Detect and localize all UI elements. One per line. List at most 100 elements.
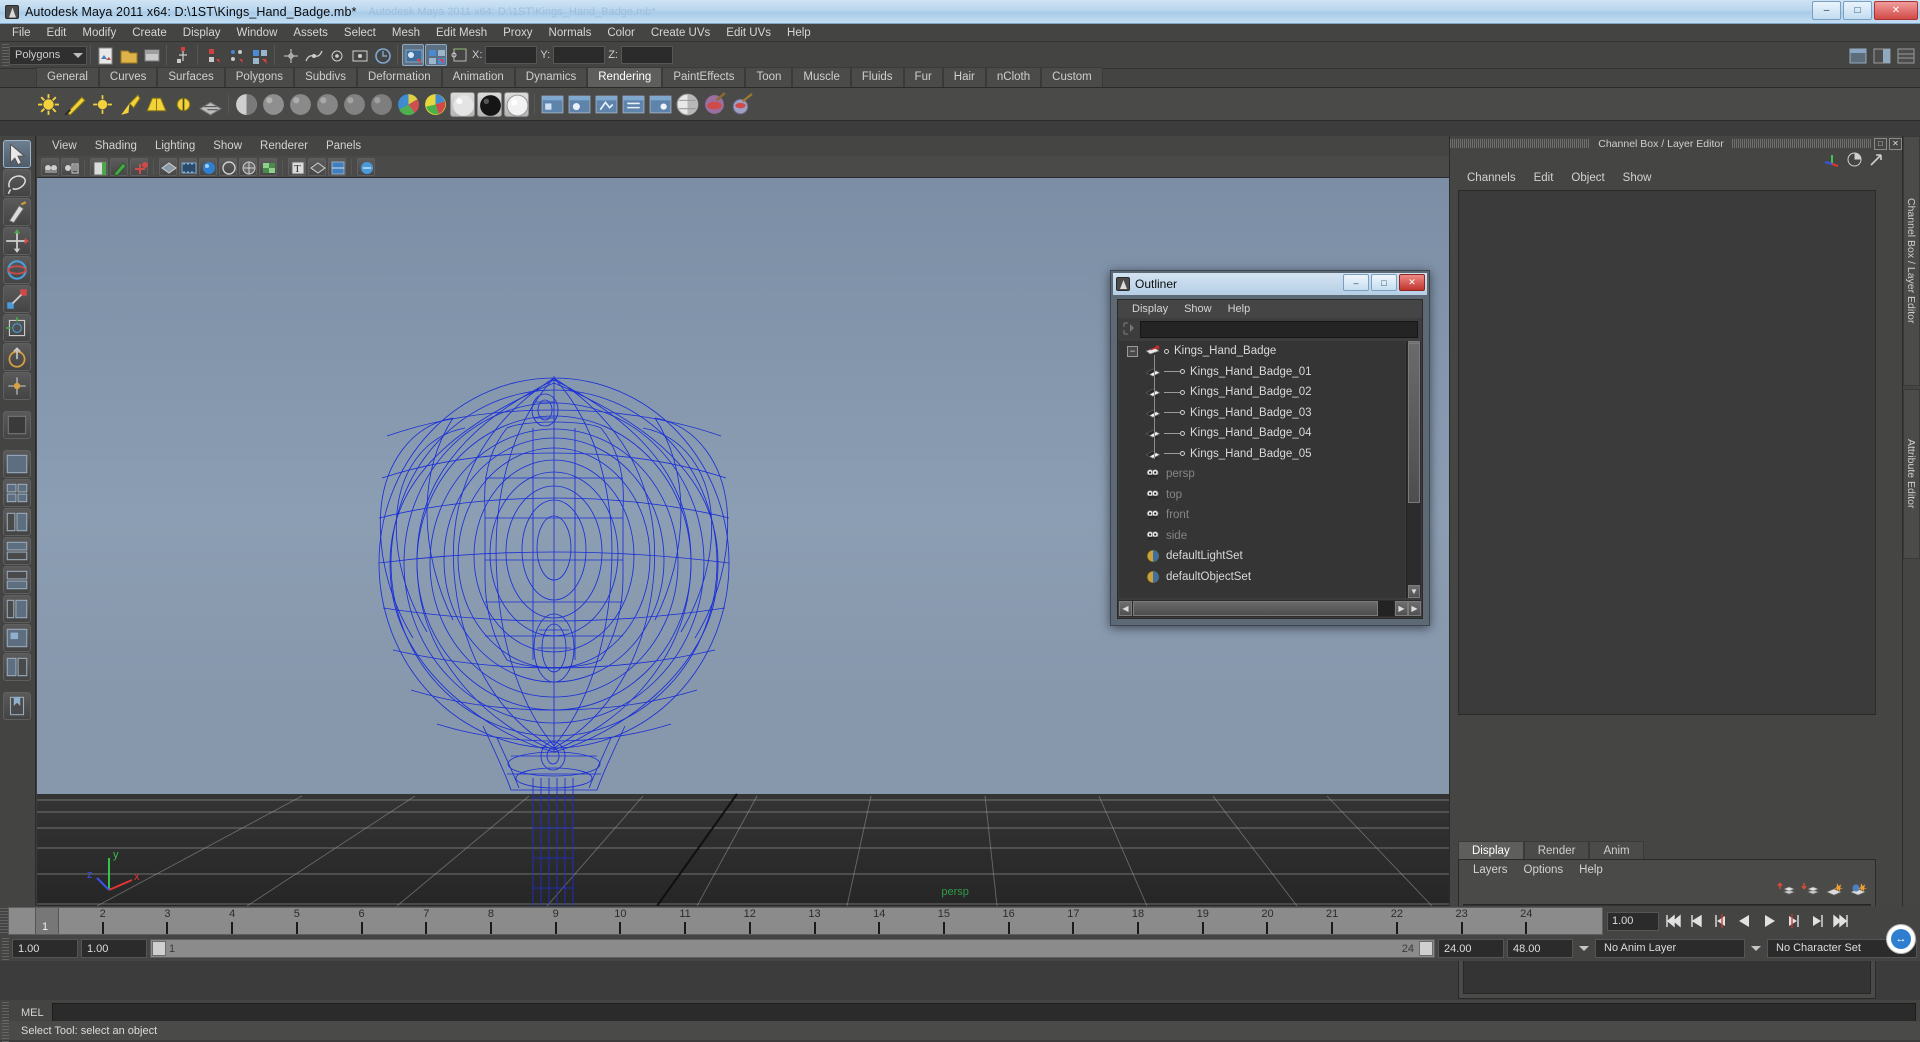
selection-mode-dropdown[interactable]: Polygons (9, 46, 87, 65)
snap-to-view-plane-icon[interactable] (348, 44, 370, 66)
shelf-tab-animation[interactable]: Animation (442, 67, 515, 87)
show-hide-editors-icon[interactable] (1846, 44, 1868, 66)
outliner-expand-toggle[interactable]: − (1127, 346, 1138, 357)
material-gray5-icon[interactable] (369, 92, 394, 117)
select-by-component-icon[interactable] (225, 44, 247, 66)
material-white-icon[interactable] (450, 92, 475, 117)
pie-icon[interactable] (1847, 152, 1862, 167)
new-layer-icon[interactable] (1825, 881, 1843, 897)
directional-light-icon[interactable] (63, 92, 88, 117)
lock-camera-icon[interactable] (130, 158, 148, 176)
outliner-horizontal-scrollbar[interactable]: ◀ ▶ ▶ (1119, 600, 1421, 617)
tool-rotate-tool[interactable] (3, 256, 31, 284)
shelf-tab-painteffects[interactable]: PaintEffects (662, 67, 745, 87)
outliner-item[interactable]: Kings_Hand_Badge_02 (1119, 382, 1405, 403)
shelf-tab-fluids[interactable]: Fluids (851, 67, 904, 87)
outliner-item[interactable]: −Kings_Hand_Badge (1119, 341, 1405, 362)
shadows-icon[interactable] (308, 158, 326, 176)
undock-icon[interactable]: □ (1874, 138, 1887, 150)
menu-item-modify[interactable]: Modify (74, 24, 124, 42)
tool-universal-manipulator[interactable] (3, 314, 31, 342)
shelf-tab-custom[interactable]: Custom (1041, 67, 1103, 87)
tool-lasso-select-tool[interactable] (3, 169, 31, 197)
menu-item-proxy[interactable]: Proxy (495, 24, 540, 42)
tool-soft-modification-tool[interactable] (3, 343, 31, 371)
material-gray3-icon[interactable] (315, 92, 340, 117)
paint-bucket-icon[interactable] (729, 92, 754, 117)
menu-item-create[interactable]: Create (124, 24, 175, 42)
film-gate-icon[interactable] (179, 158, 197, 176)
tool-hypershade-persp-layout[interactable] (3, 566, 31, 594)
outliner-item[interactable]: persp (1119, 464, 1405, 485)
select-by-hierarchy-icon[interactable] (171, 44, 193, 66)
window-maximize-button[interactable]: □ (1843, 1, 1872, 20)
material-checker-icon[interactable] (234, 92, 259, 117)
outliner-filter-icon[interactable] (1122, 321, 1140, 337)
tool-persp-graph-layout[interactable] (3, 537, 31, 565)
shelf-tab-deformation[interactable]: Deformation (357, 67, 442, 87)
outliner-tree[interactable]: −Kings_Hand_BadgeKings_Hand_Badge_01King… (1119, 341, 1405, 598)
timeline-grip[interactable] (0, 908, 8, 934)
batch-render-icon[interactable] (540, 92, 565, 117)
panel-drag-dots-left[interactable] (1450, 139, 1590, 148)
shelf-tab-fur[interactable]: Fur (904, 67, 943, 87)
menu-item-color[interactable]: Color (599, 24, 642, 42)
snap-to-grid-icon[interactable] (279, 44, 301, 66)
outliner-item[interactable]: defaultObjectSet (1119, 567, 1405, 588)
channel-box-menu-show[interactable]: Show (1614, 172, 1661, 184)
window-close-button[interactable]: ✕ (1874, 1, 1918, 20)
smooth-shade-icon[interactable] (199, 158, 217, 176)
outliner-item[interactable]: Kings_Hand_Badge_05 (1119, 444, 1405, 465)
outliner-menu-show[interactable]: Show (1176, 303, 1220, 315)
viewport-menu-panels[interactable]: Panels (317, 140, 370, 152)
outliner-search-input[interactable] (1140, 321, 1418, 338)
arrow-icon[interactable] (1869, 152, 1884, 167)
scroll-right-arrow2-icon[interactable]: ▶ (1408, 601, 1421, 616)
select-camera-icon[interactable] (41, 158, 59, 176)
material-rainbow-icon[interactable] (396, 92, 421, 117)
wireframe-icon[interactable] (159, 158, 177, 176)
layer-menu-help[interactable]: Help (1571, 864, 1611, 876)
play-backwards-icon[interactable] (1734, 912, 1755, 931)
material-light-icon[interactable] (504, 92, 529, 117)
absolute-transform-icon[interactable] (451, 46, 469, 64)
menu-item-edit[interactable]: Edit (39, 24, 75, 42)
scrollbar-thumb[interactable] (1408, 343, 1420, 503)
close-icon[interactable]: ✕ (1889, 138, 1902, 150)
current-frame-field[interactable] (1607, 912, 1659, 931)
step-forward-frame-icon[interactable] (1782, 912, 1803, 931)
menu-item-display[interactable]: Display (175, 24, 229, 42)
layer-menu-layers[interactable]: Layers (1465, 864, 1516, 876)
range-start-time-field[interactable] (81, 939, 147, 958)
animation-end-time-field[interactable] (1507, 939, 1573, 958)
menu-item-help[interactable]: Help (779, 24, 819, 42)
tool-show-manipulator-tool[interactable] (3, 372, 31, 400)
tool-bookmark-layout[interactable] (3, 692, 31, 720)
lighting-icon[interactable]: T (288, 158, 306, 176)
scroll-right-arrow-icon[interactable]: ▶ (1395, 601, 1408, 616)
menu-item-file[interactable]: File (4, 24, 39, 42)
paint-icon[interactable] (110, 158, 128, 176)
tool-last-tool-used[interactable] (3, 411, 31, 439)
tool-persp-outliner-layout[interactable] (3, 508, 31, 536)
viewport-menu-lighting[interactable]: Lighting (146, 140, 204, 152)
render-current-icon[interactable] (567, 92, 592, 117)
xray-icon[interactable] (328, 158, 346, 176)
menu-item-select[interactable]: Select (336, 24, 384, 42)
camera-attributes-icon[interactable] (61, 158, 79, 176)
shelf-tab-dynamics[interactable]: Dynamics (515, 67, 587, 87)
hardware-render-icon[interactable] (675, 92, 700, 117)
menu-item-create-uvs[interactable]: Create UVs (643, 24, 718, 42)
outliner-maximize-button[interactable]: □ (1371, 274, 1397, 291)
sidebar-toggle-icon[interactable] (1870, 44, 1892, 66)
outliner-minimize-button[interactable]: – (1343, 274, 1369, 291)
outliner-item[interactable]: Kings_Hand_Badge_04 (1119, 423, 1405, 444)
material-gray2-icon[interactable] (288, 92, 313, 117)
go-to-end-icon[interactable] (1830, 912, 1851, 931)
hscroll-track[interactable] (1133, 601, 1394, 616)
new-layer-from-selected-icon[interactable] (1849, 881, 1867, 897)
tool-scale-tool[interactable] (3, 285, 31, 313)
outliner-vertical-scrollbar[interactable]: ▲ ▼ (1406, 341, 1421, 598)
command-line-input[interactable] (52, 1003, 1916, 1023)
viewport-menu-view[interactable]: View (43, 140, 86, 152)
